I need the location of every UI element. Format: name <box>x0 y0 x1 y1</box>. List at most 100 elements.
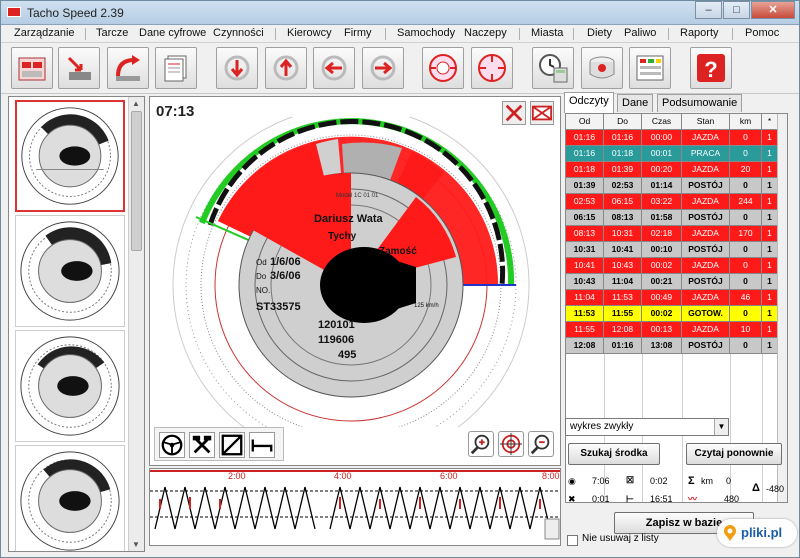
disc-start-place: Tychy <box>328 231 357 242</box>
menu-tarcze[interactable]: Tarcze <box>96 27 128 39</box>
col-czas[interactable]: Czas <box>642 114 682 129</box>
keep-on-list-checkbox[interactable] <box>567 535 578 546</box>
expand-disc-button[interactable] <box>471 47 513 89</box>
rotate-right-button[interactable] <box>362 47 404 89</box>
table-cell-stan: POSTÓJ <box>682 242 730 257</box>
table-cell-od: 11:53 <box>566 306 604 321</box>
disc-thumbnail[interactable] <box>15 215 125 327</box>
table-row[interactable]: 02:53 06:15 03:22 JAZDA 244 1 <box>566 194 778 210</box>
rotate-left-button[interactable] <box>313 47 355 89</box>
table-row[interactable]: 12:08 01:16 13:08 POSTÓJ 0 1 <box>566 338 778 354</box>
card-reader-button[interactable] <box>11 47 53 89</box>
settings-button[interactable] <box>629 47 671 89</box>
minimize-button[interactable]: – <box>695 1 722 19</box>
table-row[interactable]: 11:55 12:08 00:13 JAZDA 10 1 <box>566 322 778 338</box>
table-cell-km: 0 <box>730 210 762 225</box>
disc-thumbnail-list[interactable]: ▲ ▼ <box>8 96 145 552</box>
reread-button[interactable]: Czytaj ponownie <box>686 443 782 465</box>
table-row[interactable]: 11:53 11:55 00:02 GOTOW. 0 1 <box>566 306 778 322</box>
table-cell-do: 01:18 <box>604 146 642 161</box>
import-button[interactable] <box>58 47 100 89</box>
chevron-down-icon[interactable]: ▼ <box>714 419 728 435</box>
menu-naczepy[interactable]: Naczepy <box>464 27 507 39</box>
zoom-out-button[interactable] <box>528 431 554 457</box>
tab-dane[interactable]: Dane <box>617 94 654 112</box>
table-cell-flag: 1 <box>762 146 778 161</box>
tab-podsumowanie[interactable]: Podsumowanie <box>657 94 743 112</box>
clock-calculator-icon <box>539 54 568 83</box>
table-cell-km: 20 <box>730 162 762 177</box>
table-cell-stan: GOTOW. <box>682 306 730 321</box>
col-do[interactable]: Do <box>604 114 642 129</box>
disc-thumbnail[interactable] <box>15 100 125 212</box>
database-button[interactable] <box>581 47 623 89</box>
table-cell-km: 0 <box>730 338 762 353</box>
shrink-disc-button[interactable] <box>422 47 464 89</box>
menu-paliwo[interactable]: Paliwo <box>624 27 656 39</box>
menu-dane-cyfrowe[interactable]: Dane cyfrowe <box>139 27 206 39</box>
col-km[interactable]: km <box>730 114 762 129</box>
disc-thumbnail[interactable] <box>15 330 125 442</box>
documents-button[interactable] <box>155 47 197 89</box>
menu-firmy[interactable]: Firmy <box>344 27 372 39</box>
menu-czynnosci[interactable]: Czynności <box>213 27 264 39</box>
pin-logo-icon <box>724 525 736 541</box>
table-row[interactable]: 01:16 01:16 00:00 JAZDA 0 1 <box>566 130 778 146</box>
table-row[interactable]: 10:41 10:43 00:02 JAZDA 0 1 <box>566 258 778 274</box>
tab-odczyty[interactable]: Odczyty <box>564 92 614 113</box>
menu-diety[interactable]: Diety <box>587 27 612 39</box>
disc-thumbnail[interactable] <box>15 445 125 551</box>
drive-mode-button[interactable] <box>159 432 185 458</box>
help-button[interactable]: ? <box>690 47 732 89</box>
table-cell-flag: 1 <box>762 338 778 353</box>
rest-mode-button[interactable] <box>249 432 275 458</box>
col-od[interactable]: Od <box>566 114 604 129</box>
disc-odo-start: 119606 <box>318 334 354 346</box>
time-calc-button[interactable] <box>532 47 574 89</box>
table-cell-do: 10:41 <box>604 242 642 257</box>
menu-miasta[interactable]: Miasta <box>531 27 563 39</box>
activity-timeline-strip[interactable]: 2:00 4:00 6:00 8:00 <box>149 468 561 546</box>
disc-viewer[interactable]: 07:13 Model 1C 01 01 Dariusz Wata Tychy … <box>149 96 561 466</box>
table-cell-czas: 00:10 <box>642 242 682 257</box>
table-row[interactable]: 10:31 10:41 00:10 POSTÓJ 0 1 <box>566 242 778 258</box>
table-cell-od: 06:15 <box>566 210 604 225</box>
table-row[interactable]: 10:43 11:04 00:21 POSTÓJ 0 1 <box>566 274 778 290</box>
hammers-work-icon <box>192 435 212 454</box>
activity-mode-bar <box>154 427 284 461</box>
table-row[interactable]: 11:04 11:53 00:49 JAZDA 46 1 <box>566 290 778 306</box>
table-cell-od: 02:53 <box>566 194 604 209</box>
table-cell-do: 06:15 <box>604 194 642 209</box>
rotate-left-icon <box>321 55 347 81</box>
col-flag[interactable]: * <box>762 114 778 129</box>
table-cell-stan: JAZDA <box>682 226 730 241</box>
menu-kierowcy[interactable]: Kierowcy <box>287 27 332 39</box>
rotate-down-button[interactable] <box>216 47 258 89</box>
menu-raporty[interactable]: Raporty <box>680 27 719 39</box>
table-cell-flag: 1 <box>762 130 778 145</box>
zoom-in-button[interactable] <box>468 431 494 457</box>
table-cell-stan: JAZDA <box>682 130 730 145</box>
maximize-button[interactable]: □ <box>723 1 750 19</box>
timeline-graph: 2:00 4:00 6:00 8:00 <box>150 470 560 540</box>
menu-pomoc[interactable]: Pomoc <box>745 27 779 39</box>
table-row[interactable]: 01:16 01:18 00:01 PRACA 0 1 <box>566 146 778 162</box>
rotate-up-button[interactable] <box>265 47 307 89</box>
col-stan[interactable]: Stan <box>682 114 730 129</box>
import-hand-icon <box>67 56 91 80</box>
find-center-button[interactable]: Szukaj środka <box>568 443 660 465</box>
break-time: 0:02 <box>650 476 668 486</box>
scan-button[interactable] <box>107 47 149 89</box>
menu-samochody[interactable]: Samochody <box>397 27 455 39</box>
table-row[interactable]: 01:39 02:53 01:14 POSTÓJ 0 1 <box>566 178 778 194</box>
work-mode-button[interactable] <box>189 432 215 458</box>
close-button[interactable]: ✕ <box>751 1 795 19</box>
table-row[interactable]: 08:13 10:31 02:18 JAZDA 170 1 <box>566 226 778 242</box>
chart-type-select[interactable]: wykres zwykły ▼ <box>565 418 729 436</box>
table-row[interactable]: 06:15 08:13 01:58 POSTÓJ 0 1 <box>566 210 778 226</box>
thumbnail-scrollbar[interactable]: ▲ ▼ <box>128 97 144 551</box>
availability-mode-button[interactable] <box>219 432 245 458</box>
menu-zarzadzanie[interactable]: Zarządzanie <box>14 27 75 39</box>
center-target-button[interactable] <box>498 431 524 457</box>
table-row[interactable]: 01:18 01:39 00:20 JAZDA 20 1 <box>566 162 778 178</box>
